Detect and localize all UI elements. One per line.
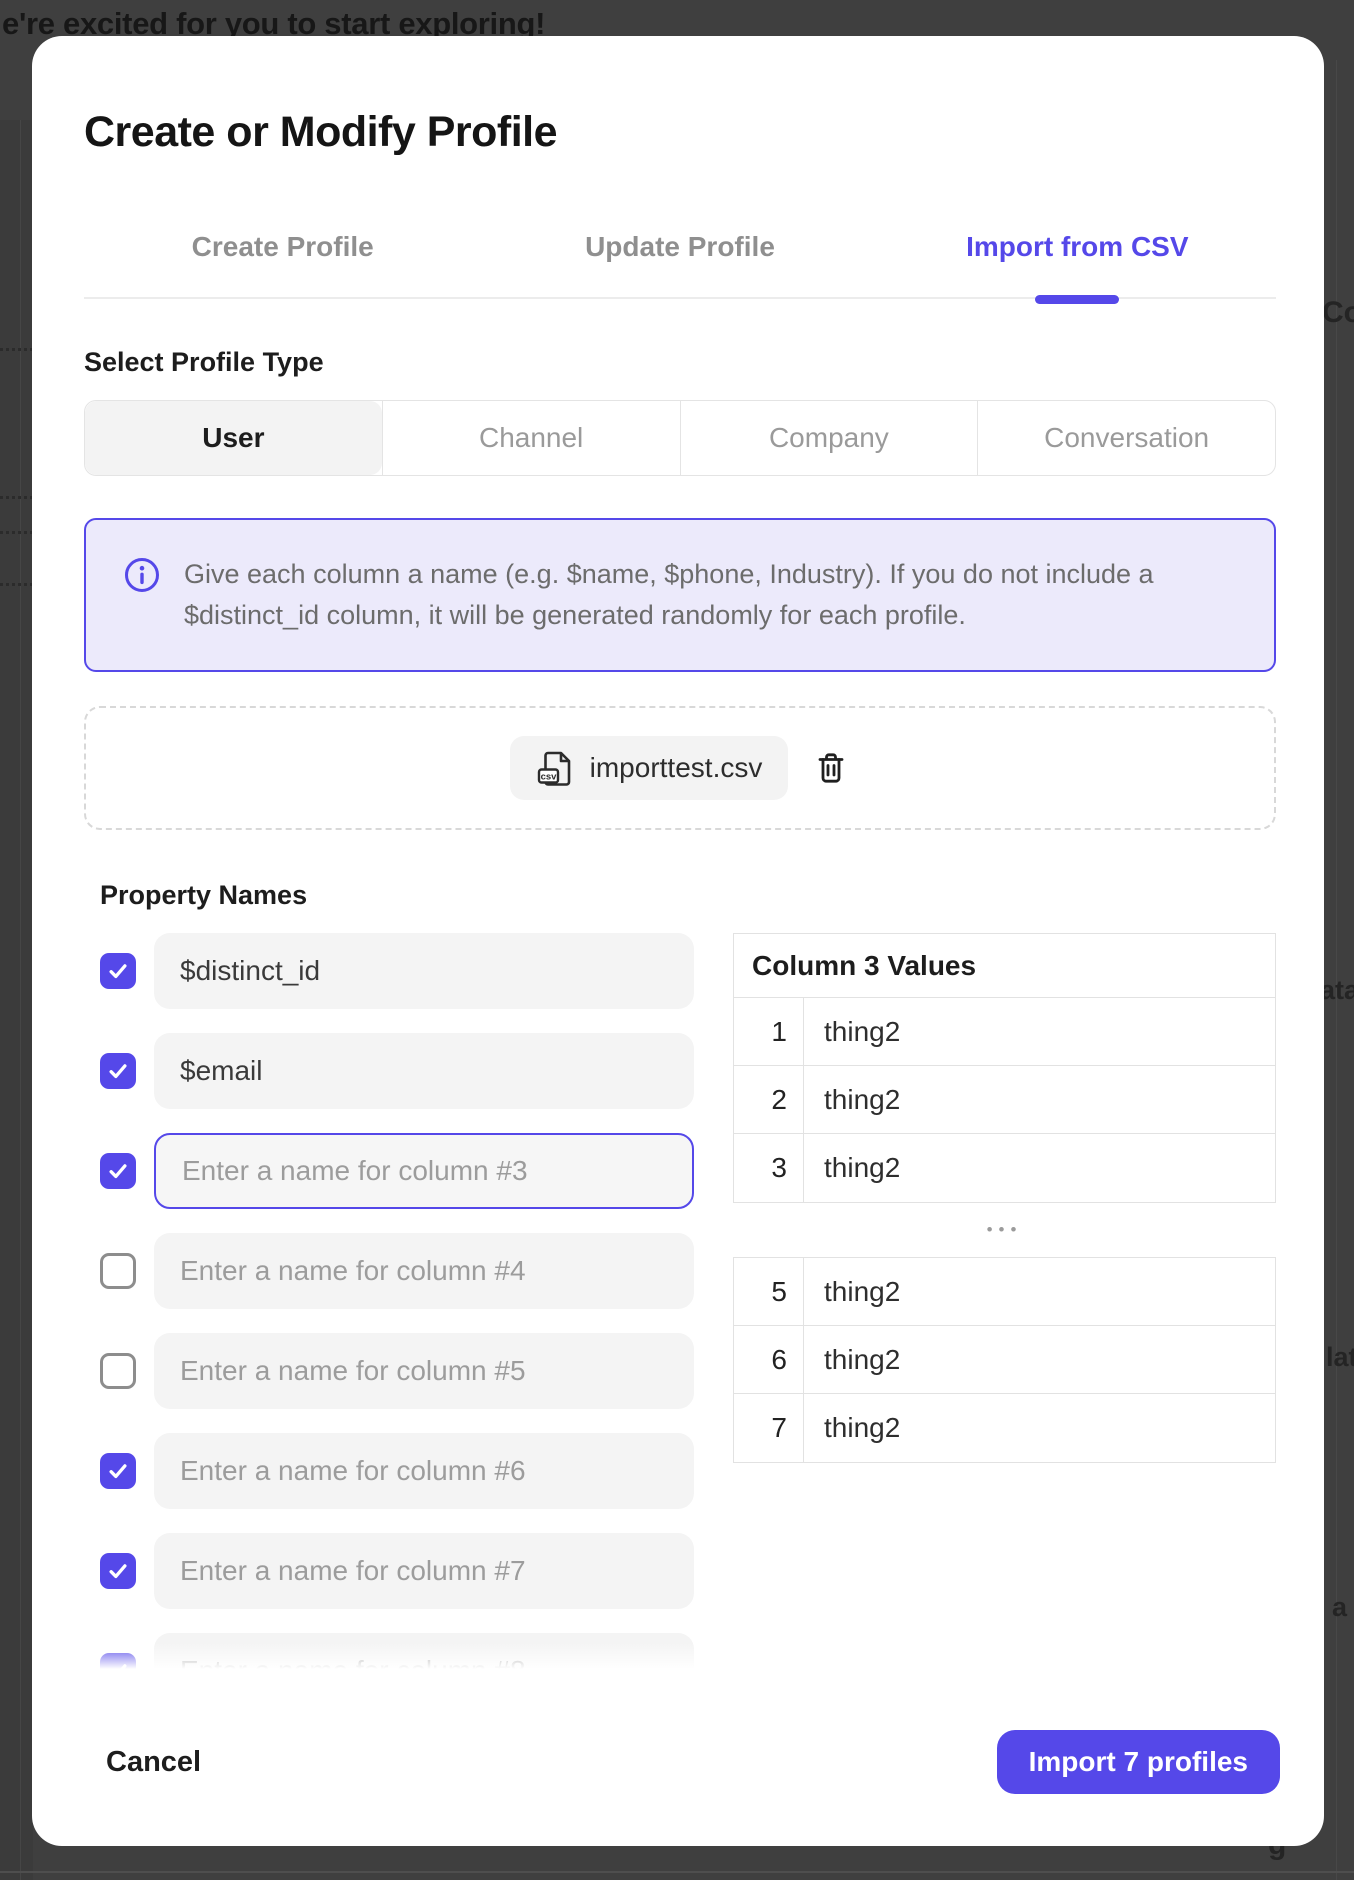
import-profiles-button[interactable]: Import 7 profiles (997, 1730, 1280, 1794)
info-text: Give each column a name (e.g. $name, $ph… (184, 554, 1154, 636)
uploaded-file-name: importtest.csv (590, 752, 763, 784)
background-left-table-edge (0, 120, 33, 1880)
row-value: thing2 (804, 1394, 1275, 1462)
property-name-placeholder: Enter a name for column #7 (180, 1555, 526, 1587)
profile-type-conversation[interactable]: Conversation (977, 401, 1275, 475)
values-table-bottom-rows: 5thing26thing27thing2 (734, 1258, 1275, 1462)
property-name-input[interactable]: $distinct_id (154, 933, 694, 1009)
values-table-row: 6thing2 (734, 1326, 1275, 1394)
row-value: thing2 (804, 998, 1275, 1065)
property-row: $email (100, 1033, 694, 1109)
property-name-input[interactable]: Enter a name for column #8 (154, 1633, 694, 1669)
property-name-placeholder: Enter a name for column #8 (180, 1655, 526, 1669)
trash-icon (812, 749, 850, 787)
background-fragment: ata (1320, 975, 1354, 1006)
values-table-bottom-block: 5thing26thing27thing2 (733, 1257, 1276, 1463)
property-row: Enter a name for column #4 (100, 1233, 694, 1309)
row-index: 7 (734, 1394, 804, 1462)
modal-tabs: Create Profile Update Profile Import fro… (84, 231, 1276, 299)
property-name-placeholder: Enter a name for column #5 (180, 1355, 526, 1387)
tab-import-from-csv[interactable]: Import from CSV (879, 231, 1276, 297)
cancel-button[interactable]: Cancel (100, 1745, 207, 1780)
property-rows: $distinct_id $email Enter a name for colum… (84, 933, 694, 1669)
profile-type-company[interactable]: Company (680, 401, 978, 475)
values-table-header: Column 3 Values (734, 934, 1275, 998)
values-table-row: 3thing2 (734, 1134, 1275, 1202)
row-index: 5 (734, 1258, 804, 1325)
row-index: 3 (734, 1134, 804, 1202)
property-row: Enter a name for column #7 (100, 1533, 694, 1609)
info-icon (124, 557, 160, 593)
property-name-input[interactable]: Enter a name for column #3 (154, 1133, 694, 1209)
profile-type-label: Select Profile Type (84, 347, 1276, 378)
profile-type-channel[interactable]: Channel (382, 401, 680, 475)
property-row: Enter a name for column #3 (100, 1133, 694, 1209)
file-dropzone[interactable]: csv importtest.csv (84, 706, 1276, 830)
row-index: 2 (734, 1066, 804, 1133)
property-checkbox-unchecked[interactable] (100, 1353, 136, 1389)
property-name-input[interactable]: Enter a name for column #5 (154, 1333, 694, 1409)
background-fragment: lat (1326, 1342, 1354, 1373)
property-name-placeholder: Enter a name for column #3 (182, 1155, 528, 1187)
svg-text:csv: csv (540, 772, 557, 783)
import-profile-modal: Create or Modify Profile Create Profile … (32, 36, 1324, 1846)
property-checkbox-checked[interactable] (100, 1053, 136, 1089)
values-table-row: 5thing2 (734, 1258, 1275, 1326)
info-banner: Give each column a name (e.g. $name, $ph… (84, 518, 1276, 672)
property-checkbox-checked[interactable] (100, 1653, 136, 1669)
property-name-placeholder: Enter a name for column #6 (180, 1455, 526, 1487)
uploaded-file-pill: csv importtest.csv (510, 736, 789, 800)
property-checkbox-checked[interactable] (100, 1453, 136, 1489)
property-name-input[interactable]: $email (154, 1033, 694, 1109)
row-value: thing2 (804, 1134, 1275, 1202)
property-row: Enter a name for column #6 (100, 1433, 694, 1509)
row-index: 6 (734, 1326, 804, 1393)
tab-create-profile[interactable]: Create Profile (84, 231, 481, 297)
row-index: 1 (734, 998, 804, 1065)
csv-file-icon: csv (536, 748, 576, 788)
property-row: Enter a name for column #5 (100, 1333, 694, 1409)
active-tab-underline (1035, 295, 1119, 304)
property-rows-list: $distinct_id $email Enter a name for colum… (100, 933, 694, 1669)
property-row: $distinct_id (100, 933, 694, 1009)
row-value: thing2 (804, 1258, 1275, 1325)
modal-title: Create or Modify Profile (84, 108, 1276, 157)
background-fragment: Col (1322, 296, 1354, 330)
values-table-row: 2thing2 (734, 1066, 1275, 1134)
property-checkbox-checked[interactable] (100, 953, 136, 989)
property-checkbox-checked[interactable] (100, 1553, 136, 1589)
property-name-value: $distinct_id (180, 955, 320, 987)
tab-update-profile[interactable]: Update Profile (481, 231, 878, 297)
property-name-placeholder: Enter a name for column #4 (180, 1255, 526, 1287)
property-name-input[interactable]: Enter a name for column #4 (154, 1233, 694, 1309)
values-table-row: 7thing2 (734, 1394, 1275, 1462)
values-table-top-block: Column 3 Values 1thing22thing23thing2 (733, 933, 1276, 1203)
profile-type-user[interactable]: User (85, 401, 382, 475)
mapping-columns: $distinct_id $email Enter a name for colum… (84, 933, 1276, 1669)
property-name-input[interactable]: Enter a name for column #7 (154, 1533, 694, 1609)
row-value: thing2 (804, 1326, 1275, 1393)
property-name-input[interactable]: Enter a name for column #6 (154, 1433, 694, 1509)
property-checkbox-unchecked[interactable] (100, 1253, 136, 1289)
property-row: Enter a name for column #8 (100, 1633, 694, 1669)
profile-type-selector: User Channel Company Conversation (84, 400, 1276, 476)
property-names-label: Property Names (100, 880, 1276, 911)
values-table-ellipsis: ••• (733, 1203, 1276, 1257)
background-bottom-rule (0, 1871, 1354, 1873)
property-checkbox-checked[interactable] (100, 1153, 136, 1189)
remove-file-button[interactable] (812, 749, 850, 787)
modal-footer: Cancel Import 7 profiles (100, 1730, 1280, 1794)
column-values-table: Column 3 Values 1thing22thing23thing2 ••… (733, 933, 1276, 1463)
values-table-top-rows: 1thing22thing23thing2 (734, 998, 1275, 1202)
row-value: thing2 (804, 1066, 1275, 1133)
values-table-row: 1thing2 (734, 998, 1275, 1066)
background-fragment: a (1332, 1592, 1347, 1623)
property-name-value: $email (180, 1055, 262, 1087)
